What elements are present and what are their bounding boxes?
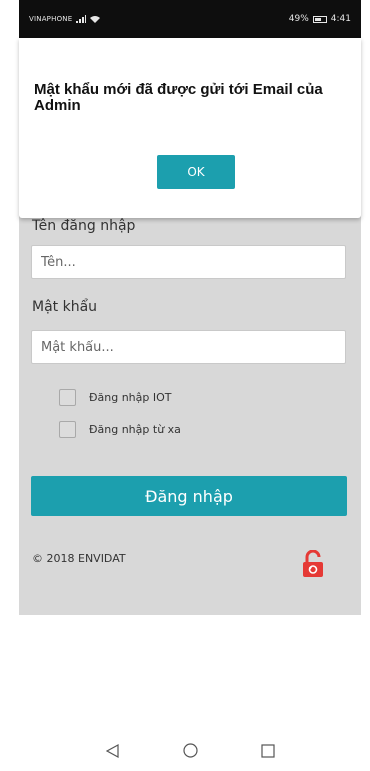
copyright-text: © 2018 ENVIDAT <box>32 552 126 565</box>
clock: 4:41 <box>330 14 351 24</box>
password-sent-dialog: Mật khẩu mới đã được gửi tới Email của A… <box>19 38 361 218</box>
password-input[interactable] <box>31 330 346 364</box>
wifi-icon <box>90 16 101 23</box>
battery-icon <box>312 15 327 23</box>
password-label: Mật khẩu <box>32 299 98 315</box>
ok-button[interactable]: OK <box>157 155 235 189</box>
iot-login-checkbox[interactable] <box>59 389 76 406</box>
remote-login-label: Đăng nhập từ xa <box>89 423 181 436</box>
username-input[interactable] <box>31 245 346 279</box>
home-circle-icon <box>182 743 198 758</box>
battery-percent: 49% <box>288 14 309 24</box>
iot-login-label: Đăng nhập IOT <box>89 391 172 404</box>
remote-login-checkbox[interactable] <box>59 421 76 438</box>
login-button[interactable]: Đăng nhập <box>31 476 347 516</box>
iot-login-row[interactable]: Đăng nhập IOT <box>59 389 172 406</box>
unlock-icon[interactable] <box>302 550 324 578</box>
status-left: VINAPHONE <box>29 15 101 23</box>
username-label: Tên đăng nhập <box>32 218 136 234</box>
signal-icon <box>76 15 87 23</box>
carrier-name: VINAPHONE <box>29 15 73 23</box>
status-right: 49% 4:41 <box>289 14 351 24</box>
recents-square-icon <box>261 743 275 758</box>
back-triangle-icon <box>105 743 119 758</box>
home-button[interactable] <box>182 743 198 759</box>
navigation-bar <box>19 730 361 771</box>
status-bar: VINAPHONE 49% 4:41 <box>19 0 361 38</box>
back-button[interactable] <box>104 743 120 759</box>
recents-button[interactable] <box>260 743 276 759</box>
remote-login-row[interactable]: Đăng nhập từ xa <box>59 421 181 438</box>
dialog-message: Mật khẩu mới đã được gửi tới Email của A… <box>34 81 323 114</box>
